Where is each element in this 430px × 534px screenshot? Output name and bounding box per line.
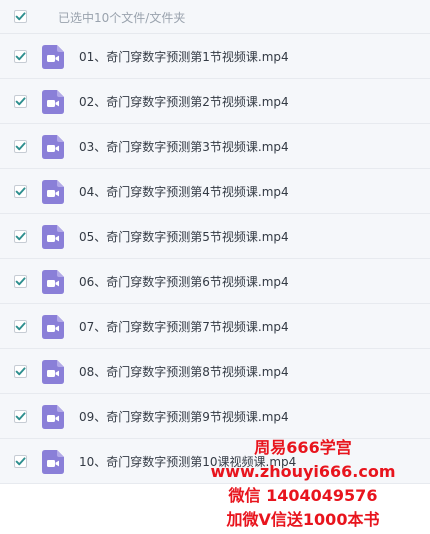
check-icon: [15, 97, 26, 106]
video-file-icon: [42, 135, 64, 159]
video-file-icon: [42, 360, 64, 384]
file-list: 01、奇门穿数字预测第1节视频课.mp4 02、奇门穿数字预测第2节视频课.mp4…: [0, 34, 430, 484]
check-icon: [15, 277, 26, 286]
file-checkbox[interactable]: [14, 50, 27, 63]
file-checkbox[interactable]: [14, 410, 27, 423]
check-icon: [15, 232, 26, 241]
file-row[interactable]: 01、奇门穿数字预测第1节视频课.mp4: [0, 34, 430, 79]
file-name: 09、奇门穿数字预测第9节视频课.mp4: [79, 410, 289, 424]
file-name: 08、奇门穿数字预测第8节视频课.mp4: [79, 365, 289, 379]
check-icon: [15, 412, 26, 421]
video-file-icon: [42, 405, 64, 429]
file-checkbox[interactable]: [14, 185, 27, 198]
file-checkbox[interactable]: [14, 365, 27, 378]
video-file-icon: [42, 315, 64, 339]
watermark-line-1: 周易666学宫: [254, 438, 352, 457]
select-all-checkbox[interactable]: [14, 10, 27, 23]
video-file-icon: [42, 270, 64, 294]
file-row[interactable]: 05、奇门穿数字预测第5节视频课.mp4: [0, 214, 430, 259]
check-icon: [15, 142, 26, 151]
file-checkbox[interactable]: [14, 455, 27, 468]
video-file-icon: [42, 225, 64, 249]
check-icon: [15, 52, 26, 61]
check-icon: [15, 12, 26, 21]
file-row[interactable]: 02、奇门穿数字预测第2节视频课.mp4: [0, 79, 430, 124]
file-checkbox[interactable]: [14, 320, 27, 333]
watermark: 周易666学宫 www.zhouyi666.com 微信 1404049576 …: [198, 436, 408, 532]
selected-count-label: 已选中10个文件/文件夹: [58, 11, 186, 25]
video-file-icon: [42, 180, 64, 204]
check-icon: [15, 367, 26, 376]
file-row[interactable]: 06、奇门穿数字预测第6节视频课.mp4: [0, 259, 430, 304]
file-name: 02、奇门穿数字预测第2节视频课.mp4: [79, 95, 289, 109]
file-name: 05、奇门穿数字预测第5节视频课.mp4: [79, 230, 289, 244]
file-name: 07、奇门穿数字预测第7节视频课.mp4: [79, 320, 289, 334]
video-file-icon: [42, 90, 64, 114]
file-list-panel: 已选中10个文件/文件夹 01、奇门穿数字预测第1节视频课.mp4 02、奇门穿数…: [0, 0, 430, 534]
file-checkbox[interactable]: [14, 140, 27, 153]
file-row[interactable]: 07、奇门穿数字预测第7节视频课.mp4: [0, 304, 430, 349]
check-icon: [15, 457, 26, 466]
watermark-line-4: 加微V信送1000本书: [226, 510, 380, 529]
file-name: 06、奇门穿数字预测第6节视频课.mp4: [79, 275, 289, 289]
file-row[interactable]: 08、奇门穿数字预测第8节视频课.mp4: [0, 349, 430, 394]
check-icon: [15, 322, 26, 331]
file-checkbox[interactable]: [14, 230, 27, 243]
file-name: 01、奇门穿数字预测第1节视频课.mp4: [79, 50, 289, 64]
selection-header: 已选中10个文件/文件夹: [0, 0, 430, 34]
check-icon: [15, 187, 26, 196]
file-checkbox[interactable]: [14, 95, 27, 108]
video-file-icon: [42, 450, 64, 474]
file-name: 03、奇门穿数字预测第3节视频课.mp4: [79, 140, 289, 154]
file-row[interactable]: 09、奇门穿数字预测第9节视频课.mp4: [0, 394, 430, 439]
file-row[interactable]: 03、奇门穿数字预测第3节视频课.mp4: [0, 124, 430, 169]
video-file-icon: [42, 45, 64, 69]
watermark-line-3: 微信 1404049576: [228, 486, 378, 505]
file-row[interactable]: 04、奇门穿数字预测第4节视频课.mp4: [0, 169, 430, 214]
file-name: 04、奇门穿数字预测第4节视频课.mp4: [79, 185, 289, 199]
file-checkbox[interactable]: [14, 275, 27, 288]
watermark-line-2: www.zhouyi666.com: [210, 462, 396, 481]
